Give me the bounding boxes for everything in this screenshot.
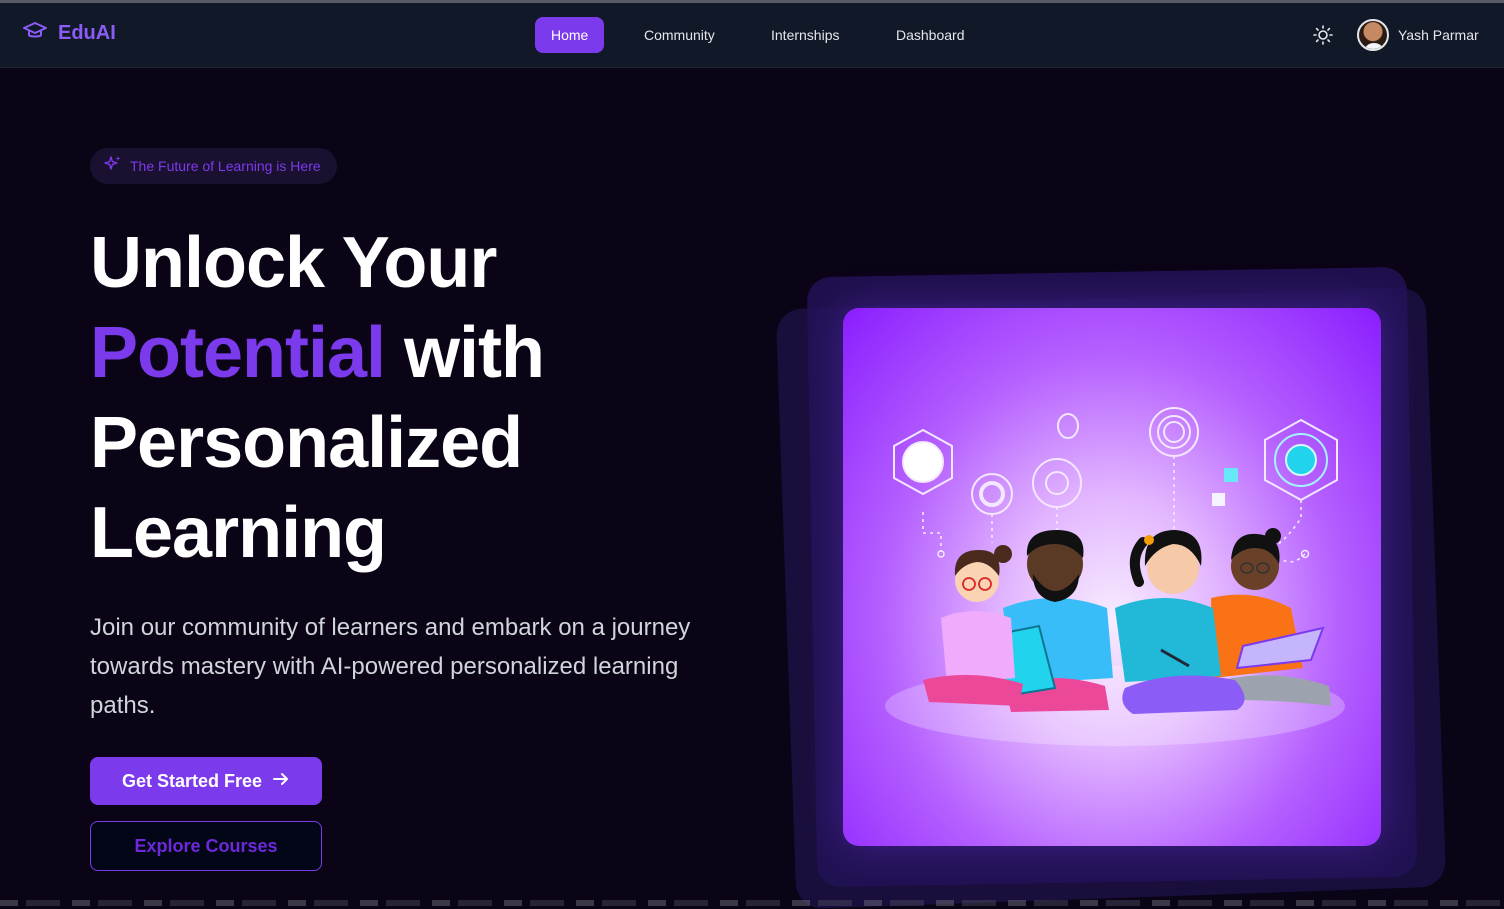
nav-item-home[interactable]: Home <box>535 17 605 53</box>
sun-icon <box>1313 24 1333 50</box>
nav-item-dashboard[interactable]: Dashboard <box>880 17 981 53</box>
sparkles-icon <box>104 155 122 178</box>
get-started-label: Get Started Free <box>121 770 263 791</box>
brand-logo[interactable]: EduAI <box>22 21 116 46</box>
hero-illustration <box>843 308 1381 846</box>
student-figure-1 <box>923 545 1023 706</box>
theme-toggle-button[interactable] <box>1311 24 1335 50</box>
hero-badge-text: The Future of Learning is Here <box>130 158 321 174</box>
explore-courses-button[interactable]: Explore Courses <box>90 821 322 871</box>
hero-headline: Unlock Your Potential with Personalized … <box>90 218 730 578</box>
user-menu[interactable]: Yash Parmar <box>1357 19 1479 51</box>
user-name: Yash Parmar <box>1398 27 1479 43</box>
top-navbar: EduAI Home Community Internships Dashboa… <box>0 3 1504 68</box>
headline-line-4: Learning <box>90 493 387 573</box>
headline-line-2-rest: with <box>385 313 545 393</box>
brand-name: EduAI <box>58 22 116 44</box>
hero-subtitle: Join our community of learners and embar… <box>90 614 691 719</box>
avatar <box>1357 19 1389 51</box>
arrow-right-icon <box>272 771 290 792</box>
headline-line-1: Unlock Your <box>90 223 497 303</box>
headline-accent: Potential <box>90 313 386 393</box>
graduation-cap-icon <box>22 21 48 46</box>
ai-tech-icons <box>893 407 1338 515</box>
get-started-button[interactable]: Get Started Free <box>90 757 322 805</box>
nav-item-community[interactable]: Community <box>628 17 731 53</box>
bottom-edge-artifact <box>0 900 1504 906</box>
nav-item-internships[interactable]: Internships <box>755 17 855 53</box>
hero-badge: The Future of Learning is Here <box>90 148 337 184</box>
headline-line-3: Personalized <box>90 403 523 483</box>
